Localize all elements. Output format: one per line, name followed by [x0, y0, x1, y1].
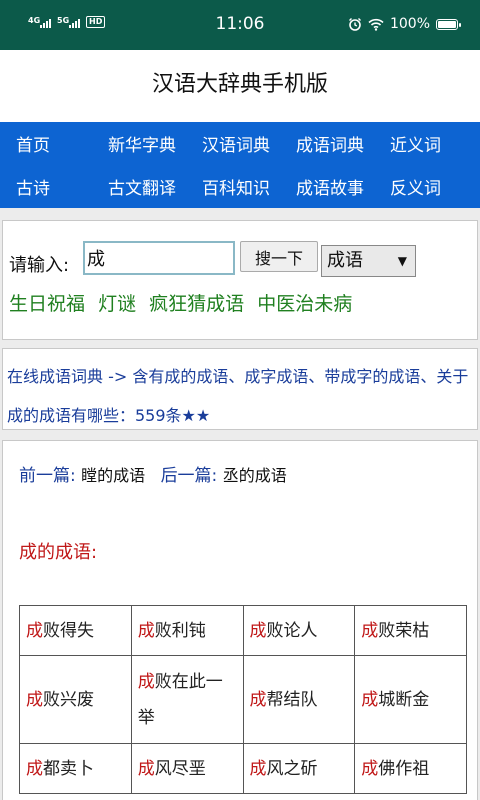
next-label: 后一篇: — [160, 466, 218, 486]
nav-encyclopedia[interactable]: 百科知识 — [202, 174, 270, 199]
section-title: 成的成语: — [19, 542, 98, 563]
idiom-text: 风之斫 — [266, 758, 318, 779]
search-input[interactable] — [83, 241, 235, 275]
idiom-cell[interactable]: 成佛作祖 — [354, 743, 467, 794]
idiom-cell[interactable]: 成城断金 — [354, 655, 467, 744]
idiom-cell[interactable]: 成败论人 — [242, 605, 356, 656]
nav-idiom-dictionary[interactable]: 成语词典 — [296, 131, 364, 156]
table-row: 成败兴废 成败在此一举 成帮结队 成城断金 — [19, 655, 467, 744]
idiom-text: 佛作祖 — [378, 758, 430, 779]
idiom-highlight-char: 成 — [361, 758, 379, 779]
app-title: 汉语大辞典手机版 — [0, 50, 480, 122]
search-button[interactable]: 搜一下 — [240, 241, 318, 272]
idiom-text: 败兴废 — [43, 689, 94, 710]
search-panel: 请输入: 搜一下 成语 ▼ 生日祝福 灯谜 疯狂猜成语 中医治未病 — [2, 220, 478, 340]
idiom-text: 败荣枯 — [378, 620, 430, 641]
idiom-text: 风尽垩 — [154, 758, 206, 779]
idiom-cell[interactable]: 成风尽垩 — [130, 743, 244, 794]
idiom-text: 帮结队 — [266, 689, 318, 710]
link-birthday-wishes[interactable]: 生日祝福 — [9, 293, 85, 315]
wifi-icon — [368, 18, 384, 31]
alarm-icon — [348, 18, 361, 31]
search-type-value: 成语 — [327, 250, 363, 271]
idiom-highlight-char: 成 — [361, 620, 379, 641]
nav-home[interactable]: 首页 — [16, 131, 50, 156]
idiom-highlight-char: 成 — [137, 758, 155, 779]
nav-classical-translation[interactable]: 古文翻译 — [108, 174, 176, 199]
quick-links: 生日祝福 灯谜 疯狂猜成语 中医治未病 — [9, 289, 359, 316]
nav-idiom-stories[interactable]: 成语故事 — [296, 174, 364, 199]
idiom-cell[interactable]: 成败得失 — [19, 605, 132, 656]
idiom-highlight-char: 成 — [249, 620, 267, 641]
link-riddles[interactable]: 灯谜 — [98, 293, 136, 315]
idiom-highlight-char: 成 — [26, 620, 43, 641]
nav-chinese-word-dictionary[interactable]: 汉语词典 — [202, 131, 270, 156]
next-link[interactable]: 丞的成语 — [223, 466, 287, 485]
idiom-highlight-char: 成 — [137, 671, 155, 692]
idiom-highlight-char: 成 — [26, 689, 43, 710]
battery-percent: 100% — [389, 16, 430, 32]
idiom-text: 都卖卜 — [43, 758, 94, 779]
link-tcm-prevention[interactable]: 中医治未病 — [257, 293, 352, 315]
idiom-cell[interactable]: 成败利钝 — [130, 605, 244, 656]
idiom-text: 败利钝 — [154, 620, 206, 641]
idiom-highlight-char: 成 — [249, 758, 267, 779]
idiom-highlight-char: 成 — [26, 758, 43, 779]
idiom-highlight-char: 成 — [137, 620, 155, 641]
nav-antonyms[interactable]: 反义词 — [390, 174, 441, 199]
idiom-text: 败论人 — [266, 620, 318, 641]
nav-xinhua-dictionary[interactable]: 新华字典 — [108, 131, 176, 156]
idiom-highlight-char: 成 — [249, 689, 267, 710]
idiom-cell[interactable]: 成风之斫 — [242, 743, 356, 794]
nav-ancient-poems[interactable]: 古诗 — [16, 174, 50, 199]
idiom-cell[interactable]: 成都卖卜 — [19, 743, 132, 794]
idiom-highlight-char: 成 — [361, 689, 379, 710]
table-row: 成败得失 成败利钝 成败论人 成败荣枯 — [19, 605, 467, 656]
link-idiom-guessing[interactable]: 疯狂猜成语 — [149, 293, 244, 315]
table-row: 成都卖卜 成风尽垩 成风之斫 成佛作祖 — [19, 743, 467, 794]
idiom-cell[interactable]: 成帮结队 — [242, 655, 356, 744]
search-label: 请输入: — [9, 255, 70, 276]
idiom-text: 城断金 — [378, 689, 430, 710]
prev-link[interactable]: 瞠的成语 — [81, 466, 145, 485]
prev-next-nav: 前一篇: 瞠的成语 后一篇: 丞的成语 — [19, 461, 297, 486]
idiom-cell[interactable]: 成败兴废 — [19, 655, 132, 744]
idiom-cell[interactable]: 成败荣枯 — [354, 605, 467, 656]
status-bar: 4G 5G HD 11:06 100% — [0, 0, 480, 50]
main-nav: 首页 新华字典 汉语词典 成语词典 近义词 古诗 古文翻译 百科知识 成语故事 … — [0, 122, 480, 208]
info-panel: 在线成语词典 -> 含有成的成语、成字成语、带成字的成语、关于成的成语有哪些：5… — [2, 348, 478, 430]
idiom-table: 成败得失 成败利钝 成败论人 成败荣枯 成败兴废 成败在此一举 成帮结队 成城断金 成都卖卜 成风… — [19, 605, 467, 794]
dropdown-arrow-icon: ▼ — [397, 254, 407, 268]
nav-synonyms[interactable]: 近义词 — [390, 131, 441, 156]
content-panel: 前一篇: 瞠的成语 后一篇: 丞的成语 成的成语: 成败得失 成败利钝 成败论人 成败… — [2, 440, 478, 800]
search-type-select[interactable]: 成语 ▼ — [321, 245, 416, 277]
battery-icon — [436, 18, 461, 30]
prev-label: 前一篇: — [19, 466, 76, 486]
idiom-cell[interactable]: 成败在此一举 — [130, 655, 244, 744]
result-summary: 在线成语词典 -> 含有成的成语、成字成语、带成字的成语、关于成的成语有哪些：5… — [7, 367, 469, 425]
idiom-text: 败得失 — [43, 620, 94, 641]
